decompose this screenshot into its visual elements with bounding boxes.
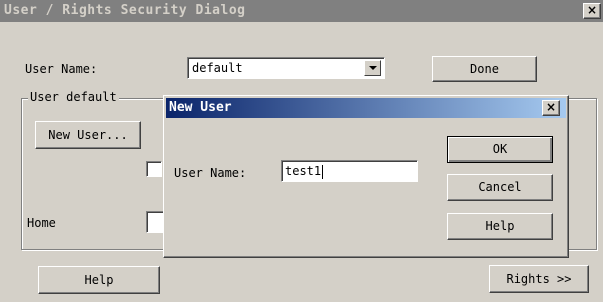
home-label: Home [27,216,56,230]
user-name-label: User Name: [25,62,98,76]
main-window-title: User / Rights Security Dialog [4,3,246,18]
main-close-icon[interactable]: × [583,3,601,19]
new-user-title-bar: New User [166,98,566,118]
dialog-help-button[interactable]: Help [447,213,553,240]
dropdown-arrow-icon[interactable] [364,60,381,76]
new-user-button[interactable]: New User... [35,121,141,149]
help-button[interactable]: Help [38,266,160,294]
new-user-name-value: test1 [285,164,322,178]
user-name-combobox[interactable]: default [187,57,385,79]
cancel-button[interactable]: Cancel [447,174,553,201]
home-checkbox[interactable] [146,211,164,233]
dialog-close-icon[interactable]: × [542,100,560,116]
new-user-dialog-title: New User [169,100,232,115]
ok-button[interactable]: OK [447,136,553,163]
group-label: User default [28,90,119,104]
new-user-dialog: New User × User Name: test1 OK Cancel He… [163,95,569,258]
rights-button[interactable]: Rights >> [489,265,589,293]
new-user-name-label: User Name: [174,166,247,180]
done-button[interactable]: Done [432,56,537,82]
option-checkbox[interactable] [146,161,162,177]
user-name-combo-value: default [192,61,243,75]
text-caret [322,164,324,179]
main-title-bar: User / Rights Security Dialog [0,0,603,22]
new-user-name-input[interactable]: test1 [281,160,418,182]
